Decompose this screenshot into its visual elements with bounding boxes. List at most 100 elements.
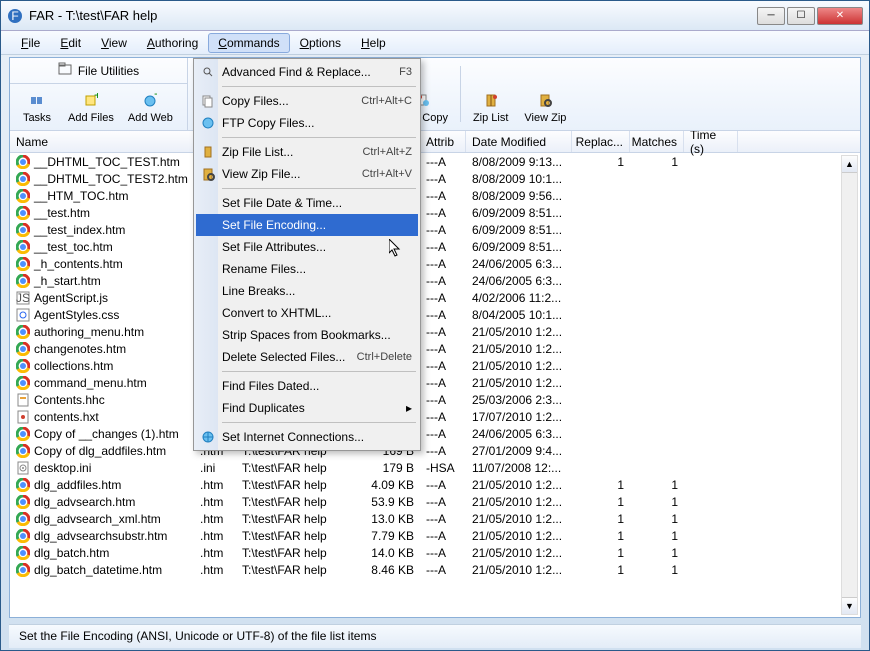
col-replac[interactable]: Replac... xyxy=(572,131,630,152)
table-row[interactable]: __HTM_TOC.htm---A8/08/2009 9:56... xyxy=(10,187,860,204)
cell-attrib: ---A xyxy=(420,393,466,407)
menu-item-label: Strip Spaces from Bookmarks... xyxy=(222,328,412,342)
menu-shortcut: Ctrl+Alt+C xyxy=(361,95,412,107)
menu-view[interactable]: View xyxy=(91,33,137,53)
menu-item[interactable]: Rename Files... xyxy=(196,258,418,280)
menu-item[interactable]: Copy Files...Ctrl+Alt+C xyxy=(196,90,418,112)
menu-item[interactable]: Set Internet Connections... xyxy=(196,426,418,448)
menu-item[interactable]: Set File Encoding... xyxy=(196,214,418,236)
tool-viewzip[interactable]: View Zip xyxy=(518,88,572,126)
maximize-button[interactable]: ☐ xyxy=(787,7,815,25)
col-matches[interactable]: Matches xyxy=(630,131,684,152)
cell-attrib: ---A xyxy=(420,546,466,560)
menu-item[interactable]: Advanced Find & Replace...F3 xyxy=(196,61,418,83)
list-body[interactable]: __DHTML_TOC_TEST.htm---A8/08/2009 9:13..… xyxy=(10,153,860,617)
table-row[interactable]: JSAgentScript.js---A4/02/2006 11:2... xyxy=(10,289,860,306)
tool-tasks[interactable]: Tasks xyxy=(14,88,60,126)
menu-item[interactable]: FTP Copy Files... xyxy=(196,112,418,134)
table-row[interactable]: _h_contents.htm---A24/06/2005 6:3... xyxy=(10,255,860,272)
menu-item[interactable]: Find Files Dated... xyxy=(196,375,418,397)
svg-text:+: + xyxy=(154,93,157,101)
menu-item[interactable]: Delete Selected Files...Ctrl+Delete xyxy=(196,346,418,368)
table-row[interactable]: dlg_batch.htm.htmT:\test\FAR help14.0 KB… xyxy=(10,544,860,561)
table-row[interactable]: AgentStyles.css---A8/04/2005 10:1... xyxy=(10,306,860,323)
cell-date: 11/07/2008 12:... xyxy=(466,461,572,475)
menu-options[interactable]: Options xyxy=(290,33,351,53)
menu-help[interactable]: Help xyxy=(351,33,396,53)
file-icon xyxy=(16,461,30,475)
table-row[interactable]: dlg_advsearch_xml.htm.htmT:\test\FAR hel… xyxy=(10,510,860,527)
file-icon xyxy=(16,342,30,356)
menu-commands[interactable]: Commands xyxy=(208,33,289,53)
menu-item[interactable]: Convert to XHTML... xyxy=(196,302,418,324)
menu-item[interactable]: View Zip File...Ctrl+Alt+V xyxy=(196,163,418,185)
menu-edit[interactable]: Edit xyxy=(50,33,91,53)
menu-item-label: Set File Encoding... xyxy=(222,218,412,232)
menu-item[interactable]: Strip Spaces from Bookmarks... xyxy=(196,324,418,346)
copy-icon xyxy=(200,93,216,109)
col-attrib[interactable]: Attrib xyxy=(420,131,466,152)
table-row[interactable]: authoring_menu.htm---A21/05/2010 1:2... xyxy=(10,323,860,340)
tool-addfiles[interactable]: +Add Files xyxy=(62,88,120,126)
table-row[interactable]: __test_toc.htm---A6/09/2009 8:51... xyxy=(10,238,860,255)
menu-separator xyxy=(222,371,416,372)
menu-item[interactable]: Set File Attributes... xyxy=(196,236,418,258)
table-row[interactable]: dlg_addfiles.htm.htmT:\test\FAR help4.09… xyxy=(10,476,860,493)
ziplist-icon xyxy=(481,90,501,110)
col-time[interactable]: Time (s) xyxy=(684,131,738,152)
table-row[interactable]: __test_index.htm---A6/09/2009 8:51... xyxy=(10,221,860,238)
table-row[interactable]: contents.hxt.hxtT:\test\FAR help8.51 KB-… xyxy=(10,408,860,425)
col-date[interactable]: Date Modified xyxy=(466,131,572,152)
minimize-button[interactable]: ─ xyxy=(757,7,785,25)
close-button[interactable]: ✕ xyxy=(817,7,863,25)
table-row[interactable]: dlg_advsearchsubstr.htm.htmT:\test\FAR h… xyxy=(10,527,860,544)
menu-item-label: Set File Attributes... xyxy=(222,240,412,254)
table-row[interactable]: dlg_batch_datetime.htm.htmT:\test\FAR he… xyxy=(10,561,860,578)
find-icon xyxy=(200,64,216,80)
table-row[interactable]: __DHTML_TOC_TEST.htm---A8/08/2009 9:13..… xyxy=(10,153,860,170)
table-row[interactable]: desktop.ini.iniT:\test\FAR help179 B-HSA… xyxy=(10,459,860,476)
cell-date: 21/05/2010 1:2... xyxy=(466,376,572,390)
menu-item[interactable]: Set File Date & Time... xyxy=(196,192,418,214)
table-row[interactable]: collections.htm---A21/05/2010 1:2... xyxy=(10,357,860,374)
titlebar[interactable]: F FAR - T:\test\FAR help ─ ☐ ✕ xyxy=(1,1,869,31)
menu-file[interactable]: File xyxy=(11,33,50,53)
scroll-up-button[interactable]: ▲ xyxy=(842,156,857,173)
cell-name: __DHTML_TOC_TEST.htm xyxy=(10,155,194,169)
vertical-scrollbar[interactable]: ▲ ▼ xyxy=(841,155,858,615)
menu-authoring[interactable]: Authoring xyxy=(137,33,208,53)
table-row[interactable]: Contents.hhc.hhcT:\test\FAR help76.1 KB-… xyxy=(10,391,860,408)
table-row[interactable]: __DHTML_TOC_TEST2.htm---A8/08/2009 10:1.… xyxy=(10,170,860,187)
col-name[interactable]: Name xyxy=(10,131,194,152)
file-icon xyxy=(16,478,30,492)
table-row[interactable]: dlg_advsearch.htm.htmT:\test\FAR help53.… xyxy=(10,493,860,510)
window-title: FAR - T:\test\FAR help xyxy=(29,8,757,23)
table-row[interactable]: _h_start.htm---A24/06/2005 6:3... xyxy=(10,272,860,289)
cell-date: 24/06/2005 6:3... xyxy=(466,274,572,288)
table-row[interactable]: Copy of __changes (1).htm.htmT:\test\FAR… xyxy=(10,425,860,442)
cell-name: dlg_batch_datetime.htm xyxy=(10,563,194,577)
file-icon xyxy=(16,308,30,322)
menu-item[interactable]: Zip File List...Ctrl+Alt+Z xyxy=(196,141,418,163)
cell-date: 21/05/2010 1:2... xyxy=(466,529,572,543)
cell-matches: 1 xyxy=(630,155,684,169)
file-icon xyxy=(16,444,30,458)
scroll-down-button[interactable]: ▼ xyxy=(842,597,857,614)
cell-attrib: ---A xyxy=(420,155,466,169)
table-row[interactable]: changenotes.htm---A21/05/2010 1:2... xyxy=(10,340,860,357)
tool-addweb[interactable]: +Add Web xyxy=(122,88,179,126)
table-row[interactable]: command_menu.htm.htmT:\test\FAR help10.3… xyxy=(10,374,860,391)
cell-name: contents.hxt xyxy=(10,410,194,424)
menu-shortcut: Ctrl+Delete xyxy=(357,351,412,363)
menu-item[interactable]: Line Breaks... xyxy=(196,280,418,302)
tool-ziplist[interactable]: Zip List xyxy=(467,88,514,126)
cell-replac: 1 xyxy=(572,546,630,560)
menu-item[interactable]: Find Duplicates▸ xyxy=(196,397,418,419)
client-area: File Utilities Tasks+Add Files+Add Web F… xyxy=(9,57,861,618)
menubar: File Edit View Authoring Commands Option… xyxy=(1,31,869,55)
table-row[interactable]: __test.htm---A6/09/2009 8:51... xyxy=(10,204,860,221)
table-row[interactable]: Copy of dlg_addfiles.htm.htmT:\test\FAR … xyxy=(10,442,860,459)
menu-item-label: Delete Selected Files... xyxy=(222,350,357,364)
cell-size: 7.79 KB xyxy=(364,529,420,543)
statusbar: Set the File Encoding (ANSI, Unicode or … xyxy=(9,624,861,648)
